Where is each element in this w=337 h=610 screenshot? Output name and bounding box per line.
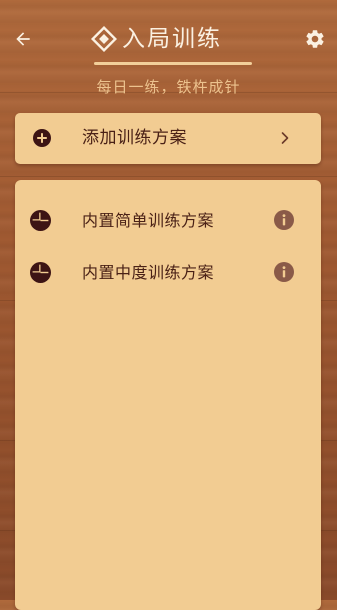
page-title-block: 入局训练 bbox=[88, 22, 252, 65]
arrow-left-icon bbox=[16, 32, 30, 46]
chevron-right-icon bbox=[281, 132, 289, 144]
pie-chart-icon bbox=[30, 210, 51, 231]
plan-item-simple[interactable]: 内置简单训练方案 bbox=[15, 199, 321, 243]
plan-list: 内置简单训练方案 内置中度训练方案 bbox=[15, 180, 321, 610]
add-plan-button[interactable]: 添加训练方案 bbox=[15, 113, 321, 164]
add-plan-label: 添加训练方案 bbox=[82, 128, 187, 148]
title-underline bbox=[94, 62, 252, 65]
page-subtitle: 每日一练，铁杵成针 bbox=[96, 78, 241, 96]
plan-item-label: 内置简单训练方案 bbox=[82, 211, 215, 230]
wood-grain bbox=[0, 176, 337, 177]
plan-item-label: 内置中度训练方案 bbox=[82, 263, 215, 282]
back-button[interactable] bbox=[10, 26, 36, 52]
app-header: 入局训练 bbox=[0, 0, 337, 70]
plus-circle-icon bbox=[33, 129, 51, 147]
settings-button[interactable] bbox=[302, 26, 328, 52]
info-icon[interactable] bbox=[274, 262, 294, 282]
diamond-icon bbox=[91, 26, 117, 52]
pie-chart-icon bbox=[30, 262, 51, 283]
plan-item-medium[interactable]: 内置中度训练方案 bbox=[15, 251, 321, 295]
gear-icon bbox=[306, 30, 324, 48]
page-title: 入局训练 bbox=[122, 26, 222, 52]
info-icon[interactable] bbox=[274, 210, 294, 230]
